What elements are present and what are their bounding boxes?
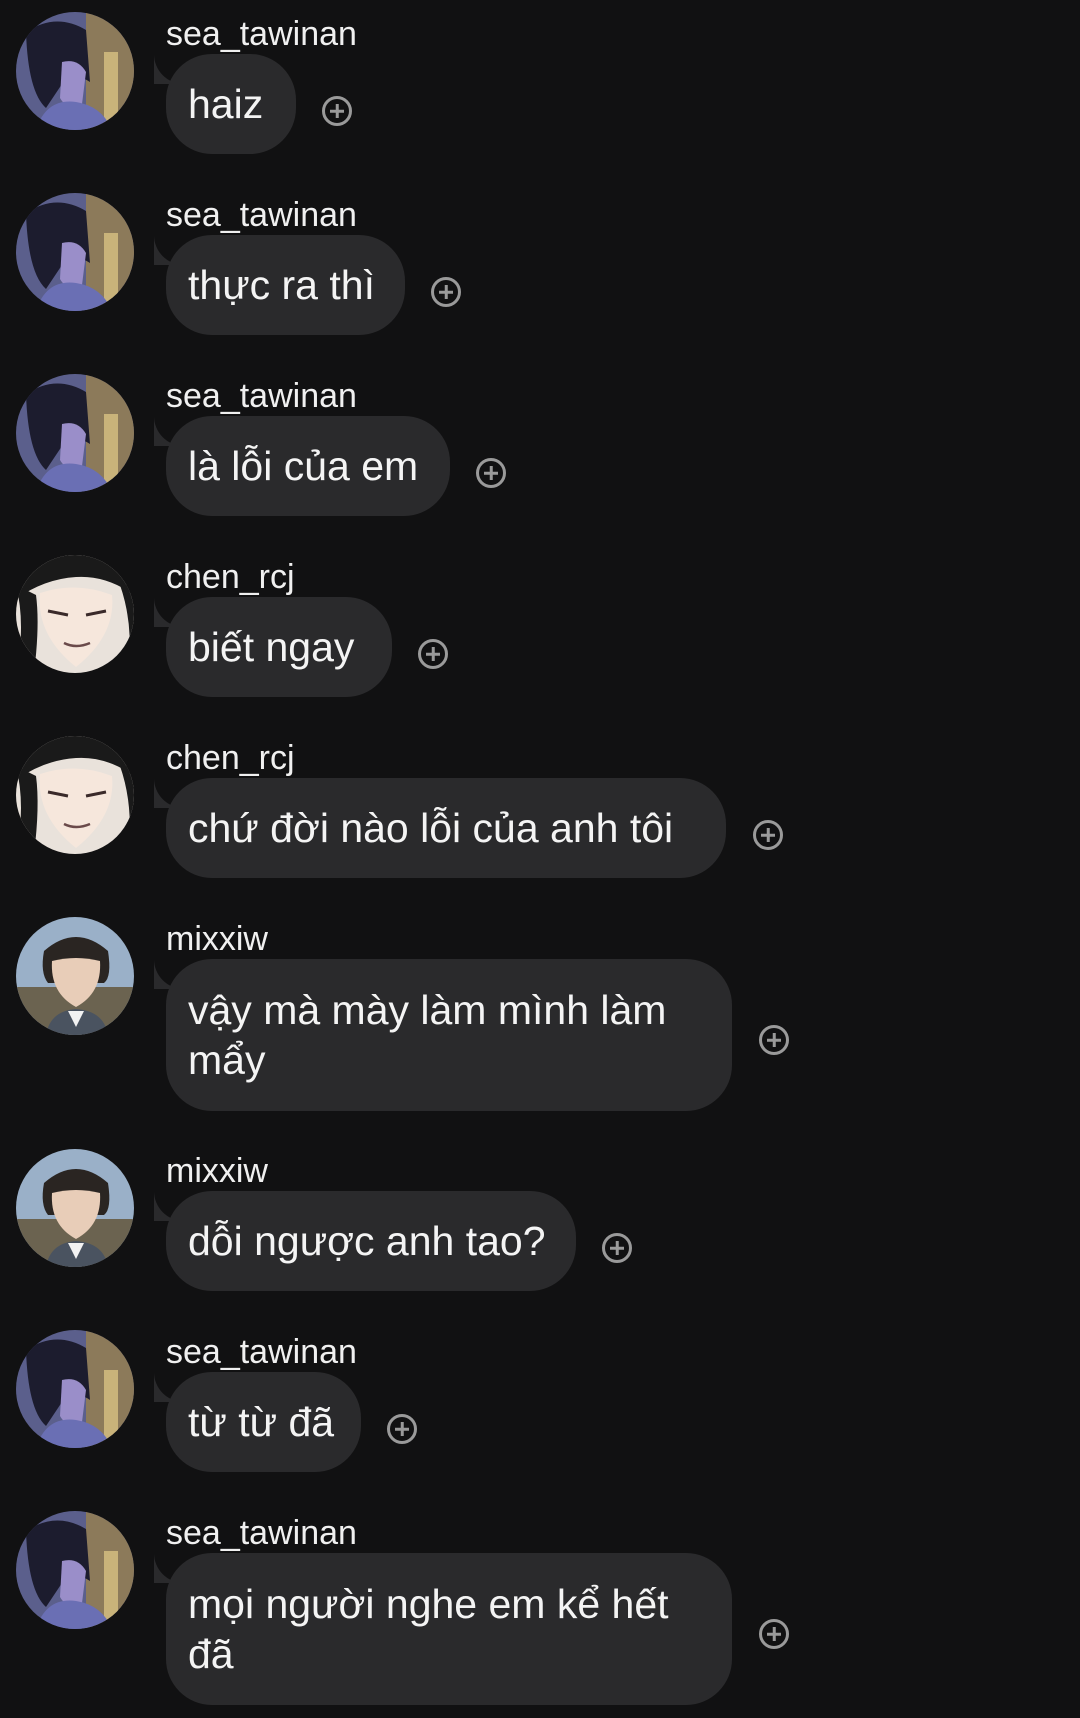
- add-reaction-icon[interactable]: [476, 458, 506, 488]
- avatar[interactable]: [16, 374, 134, 492]
- message-bubble[interactable]: là lỗi của em: [166, 416, 450, 516]
- avatar[interactable]: [16, 736, 134, 854]
- add-reaction-icon[interactable]: [759, 1619, 789, 1649]
- message-bubble[interactable]: haiz: [166, 54, 296, 154]
- message-text: vậy mà mày làm mình làm mẩy: [188, 987, 667, 1083]
- message-bubble[interactable]: vậy mà mày làm mình làm mẩy: [166, 959, 732, 1111]
- add-reaction-icon[interactable]: [322, 96, 352, 126]
- add-reaction-icon[interactable]: [759, 1025, 789, 1055]
- message-text: haiz: [188, 81, 264, 127]
- add-reaction-icon[interactable]: [431, 277, 461, 307]
- avatar[interactable]: [16, 193, 134, 311]
- sender-name: sea_tawinan: [166, 1333, 357, 1371]
- avatar[interactable]: [16, 1330, 134, 1448]
- message-text: chứ đời nào lỗi của anh tôi: [188, 805, 674, 851]
- sender-name: sea_tawinan: [166, 15, 357, 53]
- message-text: từ từ đã: [188, 1399, 335, 1445]
- message-bubble[interactable]: dỗi ngược anh tao?: [166, 1191, 576, 1291]
- sender-name: chen_rcj: [166, 558, 295, 596]
- message-text: mọi người nghe em kể hết đã: [188, 1581, 669, 1677]
- avatar[interactable]: [16, 1149, 134, 1267]
- chat-thread: sea_tawinan haiz sea_tawinan thực ra thì…: [0, 0, 1080, 1718]
- message-bubble[interactable]: từ từ đã: [166, 1372, 361, 1472]
- message-bubble[interactable]: biết ngay: [166, 597, 392, 697]
- sender-name: chen_rcj: [166, 739, 295, 777]
- sender-name: sea_tawinan: [166, 1514, 357, 1552]
- message-bubble[interactable]: mọi người nghe em kể hết đã: [166, 1553, 732, 1705]
- add-reaction-icon[interactable]: [753, 820, 783, 850]
- message-text: thực ra thì: [188, 262, 375, 308]
- add-reaction-icon[interactable]: [602, 1233, 632, 1263]
- avatar[interactable]: [16, 917, 134, 1035]
- message-bubble[interactable]: thực ra thì: [166, 235, 405, 335]
- message-text: dỗi ngược anh tao?: [188, 1218, 546, 1264]
- avatar[interactable]: [16, 12, 134, 130]
- avatar[interactable]: [16, 555, 134, 673]
- sender-name: mixxiw: [166, 920, 268, 958]
- sender-name: sea_tawinan: [166, 377, 357, 415]
- avatar[interactable]: [16, 1511, 134, 1629]
- message-bubble[interactable]: chứ đời nào lỗi của anh tôi: [166, 778, 726, 878]
- sender-name: sea_tawinan: [166, 196, 357, 234]
- message-text: là lỗi của em: [188, 443, 419, 489]
- add-reaction-icon[interactable]: [387, 1414, 417, 1444]
- add-reaction-icon[interactable]: [418, 639, 448, 669]
- sender-name: mixxiw: [166, 1152, 268, 1190]
- message-text: biết ngay: [188, 624, 355, 670]
